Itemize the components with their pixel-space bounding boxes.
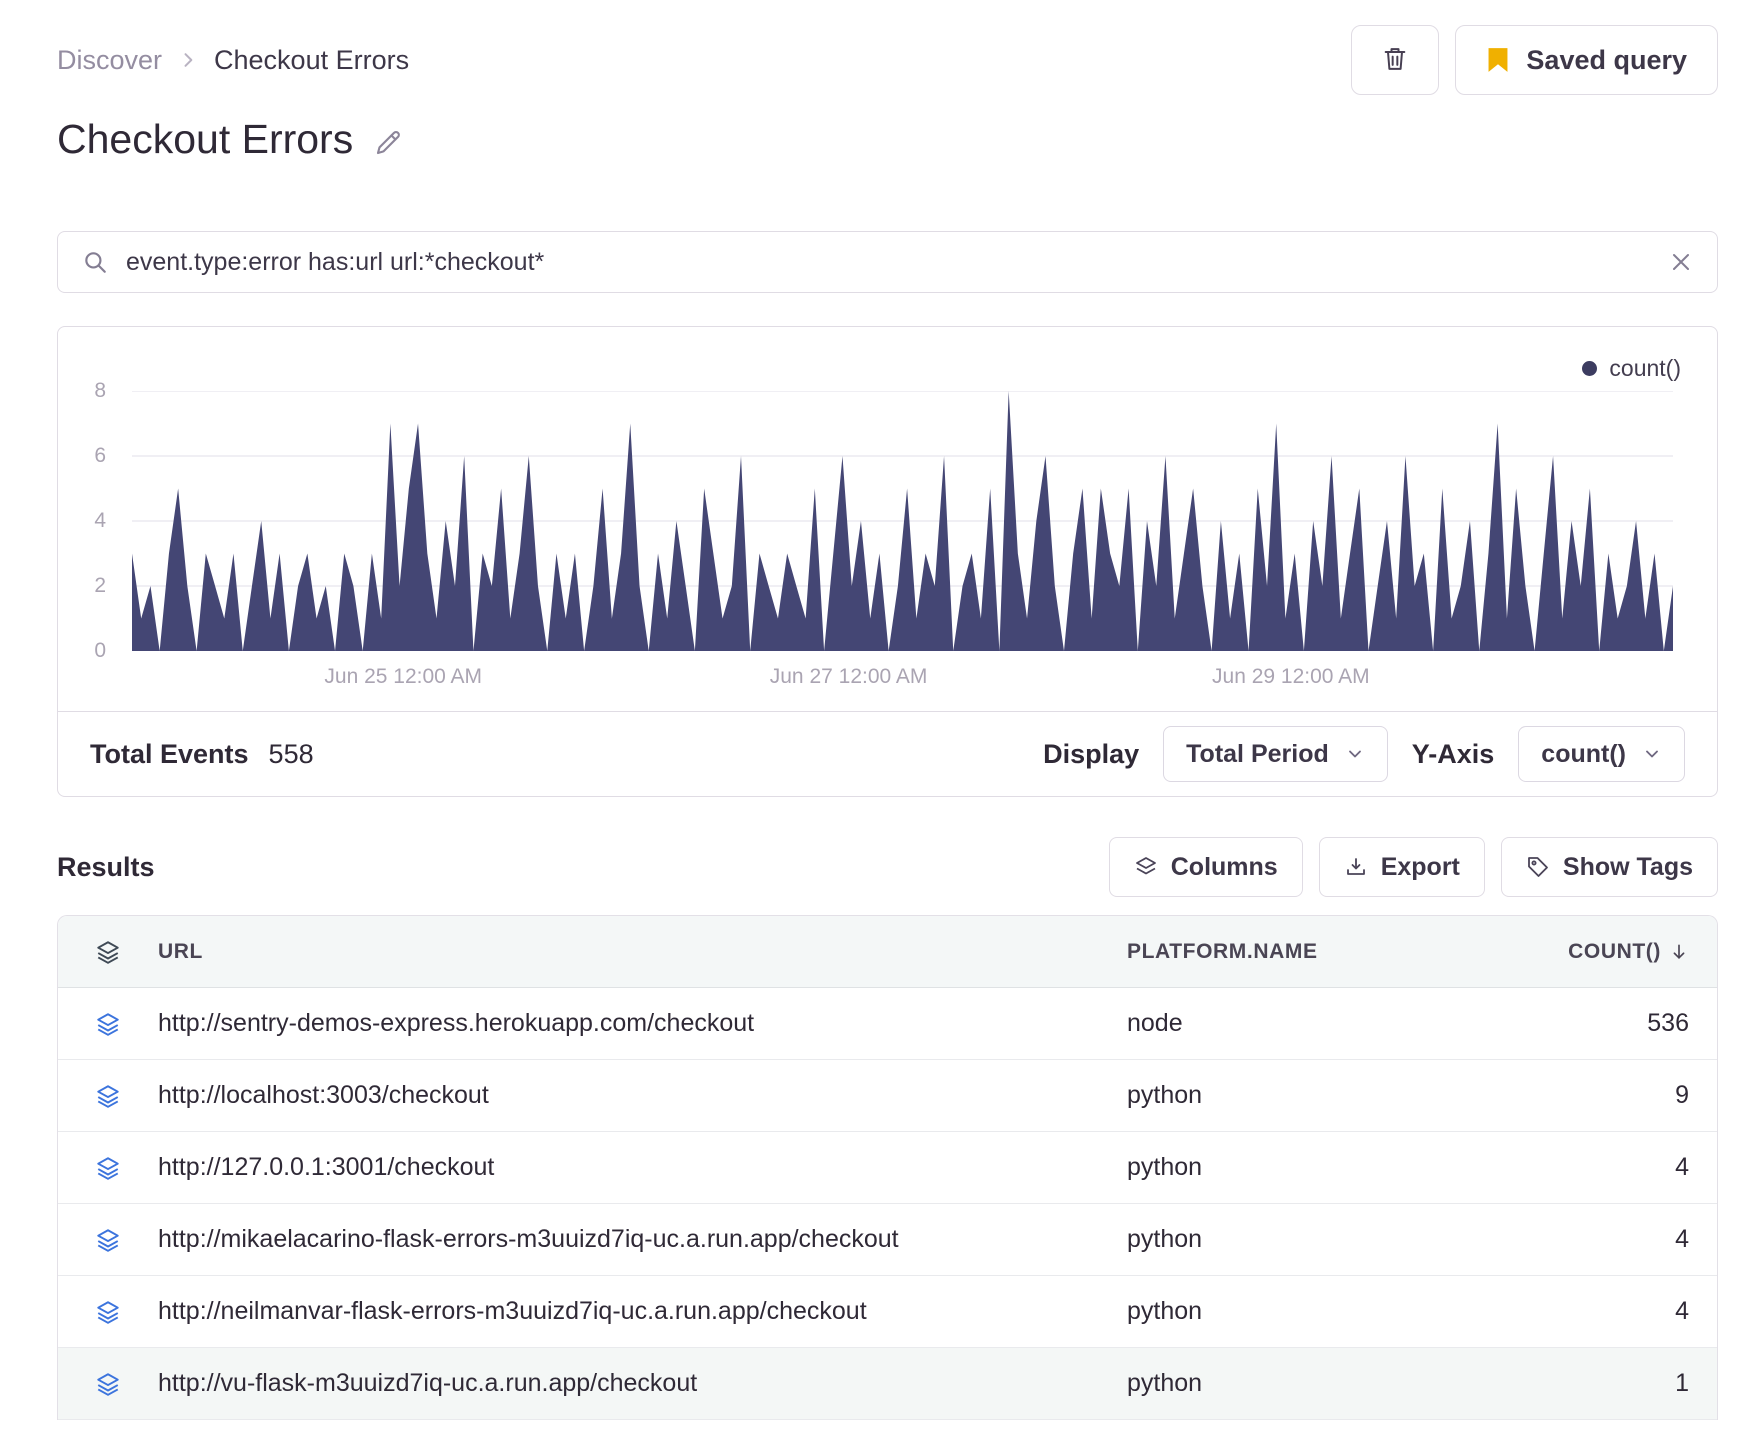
- clear-search-icon[interactable]: [1669, 250, 1693, 274]
- chart-footer: Total Events 558 Display Total Period Y-…: [58, 711, 1717, 796]
- saved-query-label: Saved query: [1526, 44, 1687, 75]
- chart-legend: count(): [1582, 355, 1681, 382]
- y-tick-label: 0: [94, 639, 106, 662]
- y-tick-label: 2: [94, 574, 106, 597]
- layers-icon: [1134, 855, 1158, 879]
- export-label: Export: [1380, 852, 1460, 881]
- discover-page: Discover Checkout Errors Saved query Che…: [0, 0, 1742, 1420]
- search-icon: [82, 249, 108, 275]
- x-tick-label: Jun 29 12:00 AM: [1212, 665, 1370, 688]
- display-label: Display: [1043, 738, 1140, 769]
- results-header: Results Columns Export Show Tags: [57, 837, 1718, 897]
- cell-url: http://mikaelacarino-flask-errors-m3uuiz…: [158, 1225, 899, 1253]
- search-input[interactable]: [126, 247, 1651, 277]
- cell-url: http://sentry-demos-express.herokuapp.co…: [158, 1009, 755, 1037]
- y-tick-label: 8: [94, 379, 106, 402]
- breadcrumb-discover[interactable]: Discover: [57, 45, 162, 76]
- x-tick-label: Jun 27 12:00 AM: [769, 665, 928, 688]
- cell-count: 4: [1675, 1225, 1689, 1253]
- results-table: URL PLATFORM.NAME COUNT() http://sentry-…: [57, 915, 1718, 1420]
- display-dropdown[interactable]: Total Period: [1163, 726, 1388, 782]
- cell-count: 536: [1647, 1009, 1689, 1037]
- export-button[interactable]: Export: [1318, 837, 1485, 897]
- yaxis-dropdown[interactable]: count(): [1518, 726, 1685, 782]
- column-header-count[interactable]: COUNT(): [1568, 940, 1717, 964]
- cell-url: http://neilmanvar-flask-errors-m3uuizd7i…: [158, 1297, 867, 1325]
- cell-count: 1: [1675, 1369, 1689, 1397]
- stack-expand-icon[interactable]: [95, 1227, 121, 1253]
- breadcrumb-current: Checkout Errors: [214, 44, 410, 75]
- columns-label: Columns: [1170, 852, 1278, 881]
- cell-platform: python: [1127, 1297, 1203, 1325]
- y-tick-label: 4: [94, 509, 106, 532]
- title-row: Checkout Errors: [57, 116, 1718, 163]
- tag-icon: [1526, 855, 1550, 879]
- chart-area: count() 0 2 4 6 8 Jun 25 12:00 AM Jun 27 12:0…: [58, 327, 1717, 711]
- total-events-label: Total Events: [90, 738, 249, 769]
- cell-count: 4: [1675, 1153, 1689, 1181]
- stack-expand-icon[interactable]: [95, 1011, 121, 1037]
- stack-expand-icon[interactable]: [95, 1371, 121, 1397]
- trash-icon: [1381, 45, 1409, 76]
- cell-platform: node: [1127, 1009, 1183, 1037]
- breadcrumb: Discover Checkout Errors: [57, 45, 409, 76]
- show-tags-label: Show Tags: [1562, 852, 1693, 881]
- y-tick-label: 6: [94, 444, 106, 467]
- stack-expand-icon[interactable]: [95, 1155, 121, 1181]
- cell-platform: python: [1127, 1081, 1203, 1109]
- results-actions: Columns Export Show Tags: [1108, 837, 1718, 897]
- yaxis-label: Y-Axis: [1411, 738, 1495, 769]
- cell-url: http://vu-flask-m3uuizd7iq-uc.a.run.app/…: [158, 1369, 698, 1397]
- table-row[interactable]: http://mikaelacarino-flask-errors-m3uuiz…: [58, 1204, 1717, 1276]
- bookmark-icon: [1486, 47, 1510, 73]
- chart-controls: Display Total Period Y-Axis count(): [1043, 726, 1685, 782]
- chevron-down-icon: [1345, 744, 1365, 764]
- legend-dot-icon: [1582, 361, 1598, 376]
- columns-button[interactable]: Columns: [1108, 837, 1303, 897]
- cell-platform: python: [1127, 1369, 1203, 1397]
- events-chart-card: count() 0 2 4 6 8 Jun 25 12:00 AM Jun 27 12:0…: [57, 326, 1718, 797]
- table-row[interactable]: http://neilmanvar-flask-errors-m3uuizd7i…: [58, 1276, 1717, 1348]
- cell-count: 4: [1675, 1297, 1689, 1325]
- chevron-down-icon: [1642, 744, 1662, 764]
- sort-desc-icon: [1669, 942, 1689, 962]
- saved-query-button[interactable]: Saved query: [1455, 25, 1718, 95]
- delete-query-button[interactable]: [1351, 25, 1440, 95]
- table-row[interactable]: http://localhost:3003/checkout python 9: [58, 1060, 1717, 1132]
- total-events-value: 558: [268, 738, 314, 769]
- legend-label: count(): [1609, 355, 1681, 381]
- chart-svg: [132, 391, 1673, 651]
- results-heading: Results: [57, 851, 155, 882]
- cell-count: 9: [1675, 1081, 1689, 1109]
- table-row[interactable]: http://vu-flask-m3uuizd7iq-uc.a.run.app/…: [58, 1348, 1717, 1420]
- top-bar: Discover Checkout Errors Saved query: [57, 24, 1718, 96]
- cell-url: http://127.0.0.1:3001/checkout: [158, 1153, 495, 1181]
- total-events: Total Events 558: [90, 739, 314, 770]
- stack-expand-icon[interactable]: [95, 1299, 121, 1325]
- download-icon: [1344, 855, 1368, 879]
- column-header-url[interactable]: URL: [158, 940, 1127, 964]
- column-header-count-label: COUNT(): [1568, 939, 1661, 963]
- table-row[interactable]: http://127.0.0.1:3001/checkout python 4: [58, 1132, 1717, 1204]
- show-tags-button[interactable]: Show Tags: [1500, 837, 1718, 897]
- cell-url: http://localhost:3003/checkout: [158, 1081, 489, 1109]
- x-axis-labels: Jun 25 12:00 AM Jun 27 12:00 AM Jun 29 12:…: [132, 665, 1673, 697]
- cell-platform: python: [1127, 1153, 1203, 1181]
- column-header-platform[interactable]: PLATFORM.NAME: [1127, 940, 1517, 964]
- page-title: Checkout Errors: [57, 116, 354, 162]
- cell-platform: python: [1127, 1225, 1203, 1253]
- chart-plot: [132, 391, 1673, 651]
- search-bar: [57, 231, 1718, 293]
- top-actions: Saved query: [1351, 25, 1718, 95]
- pencil-edit-icon[interactable]: [373, 128, 403, 158]
- x-tick-label: Jun 25 12:00 AM: [324, 665, 483, 688]
- stack-expand-icon[interactable]: [95, 1083, 121, 1109]
- table-row[interactable]: http://sentry-demos-express.herokuapp.co…: [58, 988, 1717, 1060]
- stack-icon: [95, 939, 121, 965]
- chevron-right-icon: [178, 50, 198, 70]
- y-axis-labels: 0 2 4 6 8: [58, 379, 116, 662]
- table-header-row: URL PLATFORM.NAME COUNT(): [58, 916, 1717, 988]
- yaxis-value: count(): [1541, 739, 1626, 768]
- display-value: Total Period: [1186, 739, 1329, 768]
